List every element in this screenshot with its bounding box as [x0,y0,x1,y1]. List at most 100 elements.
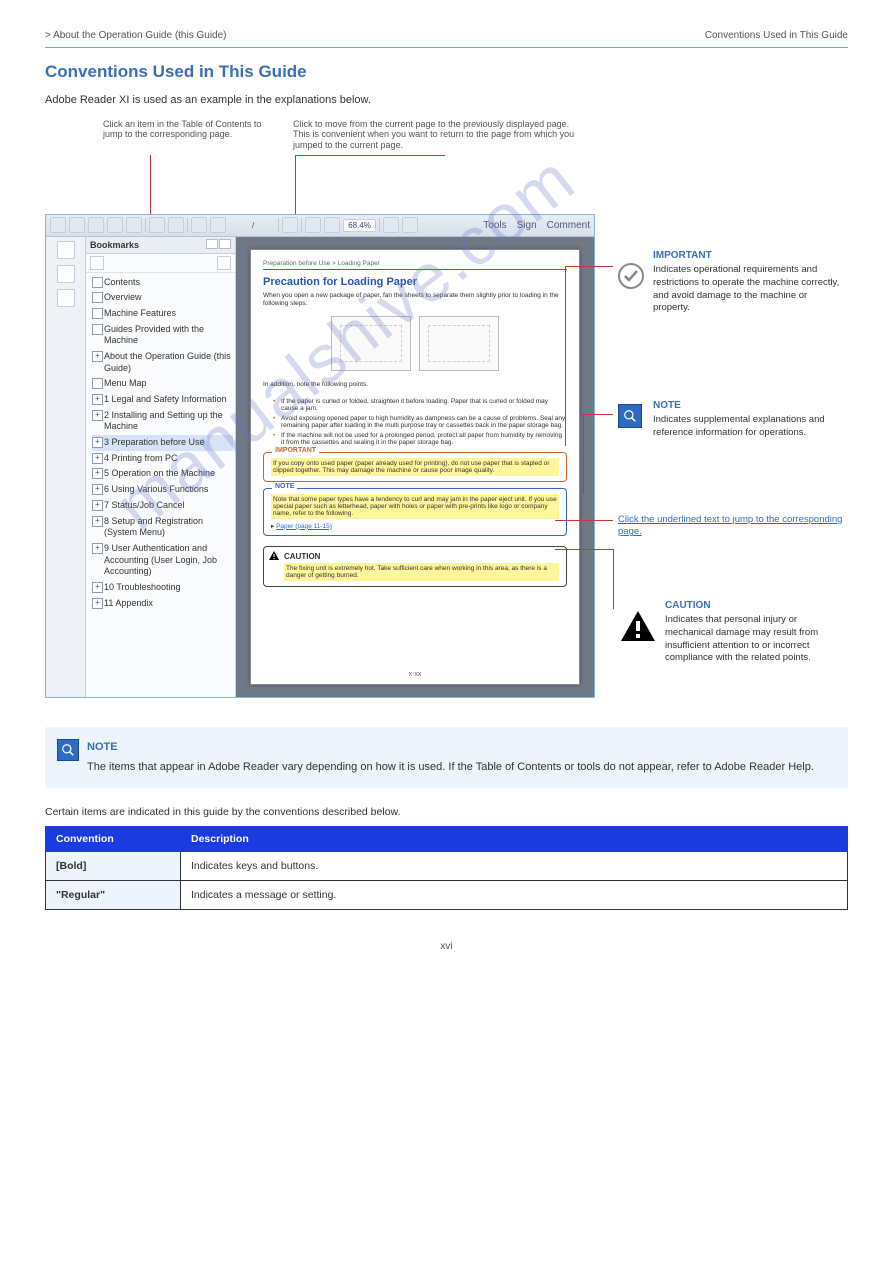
toolbar-button[interactable] [88,217,104,233]
table-row: "Regular" Indicates a message or setting… [46,880,848,909]
warning-triangle-icon [621,611,655,644]
note-block-icon [57,739,79,761]
callout-important: IMPORTANT Indicates operational requirem… [653,249,843,316]
toolbar-button[interactable] [50,217,66,233]
note-link[interactable]: Paper (page 11-15) [276,523,332,530]
pdf-addition: In addition, note the following points. [263,381,567,389]
leader-line [295,155,445,156]
section-title: Conventions Used in This Guide [45,62,848,82]
bookmark-item[interactable]: 6 Using Various Functions [92,482,233,498]
zoom-in-button[interactable] [324,217,340,233]
table-header: Convention [46,826,181,851]
bookmark-item[interactable]: 9 User Authentication and Accounting (Us… [92,541,233,580]
bookmark-item[interactable]: Menu Map [92,376,233,392]
page-down-button[interactable] [210,217,226,233]
zoom-out-button[interactable] [305,217,321,233]
pdf-breadcrumb: Preparation before Use > Loading Paper [263,260,567,270]
leader-line [565,266,613,267]
leader-line [583,414,613,415]
caution-text: The fixing unit is extremely hot. Take s… [284,563,559,581]
bm-tool-icon[interactable] [217,256,231,270]
callout-note: NOTE Indicates supplemental explanations… [653,399,843,440]
bookmarks-panel: Bookmarks ContentsOverviewMachine Featur… [86,237,236,697]
nav-prev-icon[interactable] [206,239,218,249]
note-text: Note that some paper types have a tenden… [271,494,559,519]
table-cell: Indicates a message or setting. [181,880,848,909]
toolbar-button[interactable] [126,217,142,233]
figure-tap-paper [419,316,499,371]
pdf-title: Precaution for Loading Paper [263,276,567,288]
bookmark-item[interactable]: 3 Preparation before Use [92,435,233,451]
mail-button[interactable] [168,217,184,233]
table-row: [Bold] Indicates keys and buttons. [46,851,848,880]
print-button[interactable] [149,217,165,233]
callout-caution: CAUTION Indicates that personal injury o… [665,599,845,666]
comment-tab[interactable]: Comment [547,220,590,231]
conventions-table: Convention Description [Bold] Indicates … [45,826,848,910]
bookmarks-title: Bookmarks [90,240,139,250]
overlay-label-toc: Click an item in the Table of Contents t… [103,119,283,141]
side-tabs [46,237,86,697]
leader-line [583,414,584,494]
table-cell: Indicates keys and buttons. [181,851,848,880]
pdf-page: Preparation before Use > Loading Paper P… [250,249,580,685]
attachments-tab-icon[interactable] [57,289,75,307]
bookmark-item[interactable]: 5 Operation on the Machine [92,466,233,482]
page-up-button[interactable] [191,217,207,233]
thumbnails-tab-icon[interactable] [57,265,75,283]
callout-link: Click the underlined text to jump to the… [618,514,843,540]
bookmark-item[interactable]: 1 Legal and Safety Information [92,392,233,408]
leader-line [613,549,614,609]
important-label: IMPORTANT [272,447,319,454]
bookmark-item[interactable]: Guides Provided with the Machine [92,322,233,349]
bm-tool-icon[interactable] [90,256,104,270]
pdf-intro: When you open a new package of paper, fa… [263,292,567,309]
bookmark-item[interactable]: 11 Appendix [92,596,233,612]
bullet-item: Avoid exposing opened paper to high humi… [273,415,567,429]
caution-label: CAUTION [284,552,320,561]
bookmark-item[interactable]: 8 Setup and Registration (System Menu) [92,514,233,541]
leader-line [565,266,566,446]
pdf-page-number: x-xx [251,671,579,678]
bookmark-item[interactable]: 2 Installing and Setting up the Machine [92,408,233,435]
page-note-block: NOTE The items that appear in Adobe Read… [45,727,848,788]
bookmark-item[interactable]: 4 Printing from PC [92,451,233,467]
tools-tab[interactable]: Tools [483,220,506,231]
bookmark-item[interactable]: 10 Troubleshooting [92,580,233,596]
table-cell: "Regular" [46,880,181,909]
checkmark-icon [618,263,644,292]
bookmark-item[interactable]: Machine Features [92,306,233,322]
toolbar-button[interactable] [69,217,85,233]
overlay-label-back: Click to move from the current page to t… [293,119,583,151]
toolbar-button[interactable] [402,217,418,233]
zoom-level[interactable]: 68.4% [343,219,376,232]
note-box: NOTE Note that some paper types have a t… [263,488,567,536]
bookmark-item[interactable]: Overview [92,290,233,306]
figure-fan-paper [331,316,411,371]
bookmark-item[interactable]: About the Operation Guide (this Guide) [92,349,233,376]
back-jump-button[interactable] [282,217,298,233]
header-right: Conventions Used in This Guide [705,30,848,41]
bookmark-item[interactable]: 7 Status/Job Cancel [92,498,233,514]
note-block-head: NOTE [87,739,834,756]
sign-tab[interactable]: Sign [517,220,537,231]
bullet-item: If the machine will not be used for a pr… [273,432,567,446]
adobe-reader-screenshot: / 68.4% Tools Sign Comment [45,214,595,698]
note-label: NOTE [272,483,297,490]
pdf-toolbar: / 68.4% Tools Sign Comment [46,215,594,237]
bookmark-item[interactable]: Contents [92,275,233,291]
table-header: Description [181,826,848,851]
table-cell: [Bold] [46,851,181,880]
conventions-intro: Certain items are indicated in this guid… [45,806,848,818]
caution-box: CAUTION The fixing unit is extremely hot… [263,546,567,587]
header-rule [45,47,848,48]
bookmarks-tab-icon[interactable] [57,241,75,259]
header-left: > About the Operation Guide (this Guide) [45,30,227,41]
nav-next-icon[interactable] [219,239,231,249]
warning-icon [268,550,280,562]
toolbar-button[interactable] [383,217,399,233]
important-text: If you copy onto used paper (paper alrea… [271,458,559,476]
toolbar-button[interactable] [107,217,123,233]
note-icon [618,404,642,428]
page-number: xvi [0,941,893,952]
